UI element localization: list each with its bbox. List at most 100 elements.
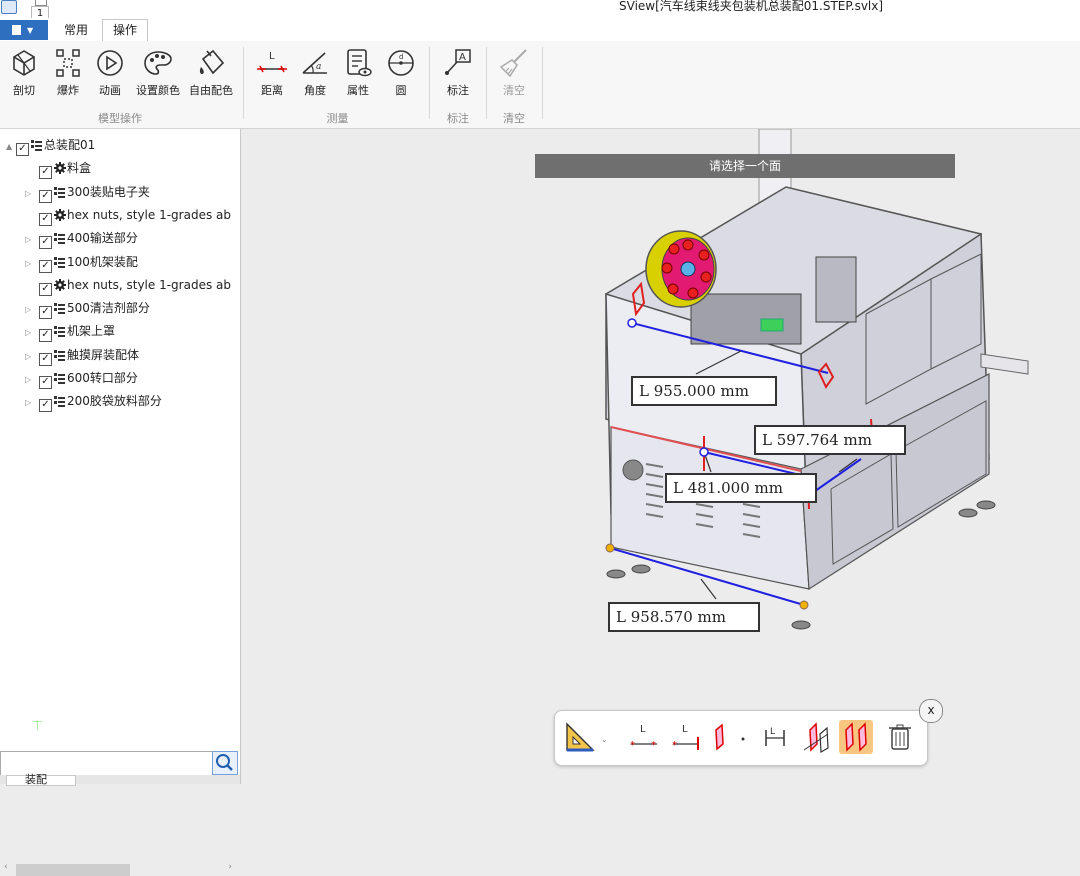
free-color-label: 自由配色 (189, 84, 233, 97)
measure-toolbar: ⌄ L * * L * L (554, 710, 928, 766)
3d-viewport[interactable]: 请选择一个面 L 955.000 mm L 597.764 mm L 481.0… (241, 129, 1080, 784)
point-to-point-distance-button[interactable]: L * * (627, 720, 661, 754)
tree-item[interactable]: ▷ ✓ 500清洁剂部分 (25, 297, 235, 320)
ribbon-tab-row (0, 18, 1080, 42)
circle-button[interactable]: d 圆 (378, 47, 424, 98)
visibility-checkbox[interactable]: ✓ (39, 259, 52, 273)
tree-item-label: 料盒 (67, 161, 92, 176)
tree-item[interactable]: ▷ ✓ 200胶袋放料部分 (25, 390, 235, 413)
assembly-icon (54, 299, 66, 315)
tree-item[interactable]: ▷ ✓ 300装贴电子夹 (25, 181, 235, 203)
scrollbar-thumb[interactable] (16, 864, 130, 876)
tree-item-label: 100机架装配 (67, 254, 138, 269)
part-gear-icon (54, 276, 66, 291)
circle-label: 圆 (395, 84, 407, 97)
expand-toggle-icon[interactable]: ▷ (25, 322, 39, 342)
properties-label: 属性 (347, 84, 369, 97)
expand-toggle-icon[interactable]: ▷ (25, 229, 39, 249)
expand-toggle-icon[interactable]: ▷ (25, 299, 39, 319)
palette-icon (144, 51, 172, 75)
tab-common[interactable]: 常用 (58, 20, 94, 41)
explode-button[interactable]: 爆炸 (45, 47, 91, 98)
reel-hub (680, 261, 696, 277)
visibility-checkbox[interactable]: ✓ (39, 329, 52, 343)
face-to-face-angle-button[interactable] (800, 720, 834, 754)
svg-text:L: L (269, 51, 275, 62)
assembly-icon (31, 136, 43, 151)
close-toolbar-button[interactable]: x (919, 699, 943, 723)
tree-item-label: 总装配01 (44, 138, 96, 152)
face-to-face-distance-button[interactable] (839, 720, 873, 754)
machine-model[interactable] (241, 129, 1080, 784)
visibility-checkbox[interactable]: ✓ (39, 399, 52, 413)
tree-item-label: 触摸屏装配体 (67, 347, 140, 362)
tree-item[interactable]: ▷ ✓ 100机架装配 (25, 251, 235, 273)
group-label-measure: 测量 (326, 112, 349, 125)
visibility-checkbox[interactable]: ✓ (39, 352, 52, 366)
circle-icon: d (388, 50, 414, 76)
expand-toggle-icon[interactable]: ▲ (6, 136, 16, 156)
line-to-line-distance-button[interactable]: L (758, 720, 792, 754)
section-cut-button[interactable]: 剖切 (1, 47, 47, 98)
animation-button[interactable]: 动画 (87, 47, 133, 98)
expand-toggle-icon[interactable]: ▷ (25, 183, 39, 203)
delete-measurement-button[interactable] (883, 720, 917, 754)
visibility-checkbox[interactable]: ✓ (39, 166, 52, 180)
measurement-label: L 597.764 mm (754, 425, 906, 455)
tree-item[interactable]: ▷ ✓ 机架上罩 (25, 320, 235, 343)
expand-toggle-icon[interactable]: ▷ (25, 346, 39, 366)
scroll-left-icon[interactable]: ‹ (4, 862, 8, 872)
side-bar (980, 353, 1029, 375)
properties-button[interactable]: 属性 (335, 47, 381, 98)
point-to-line-distance-button[interactable]: L * (669, 720, 703, 754)
visibility-checkbox[interactable]: ✓ (39, 212, 52, 226)
group-separator (542, 47, 543, 119)
face-distance-button[interactable] (703, 720, 737, 754)
visibility-checkbox[interactable]: ✓ (39, 189, 52, 203)
scroll-right-icon[interactable]: › (228, 862, 232, 872)
tree-item[interactable]: ✓ hex nuts, style 1-grades ab gb (25, 274, 235, 296)
annotation-button[interactable]: A 标注 (435, 47, 481, 98)
tree-horizontal-scrollbar[interactable]: ‹ › (4, 862, 234, 876)
measure-type-dropdown[interactable]: ⌄ (563, 720, 613, 754)
properties-icon (347, 49, 372, 77)
tree-item[interactable]: ▲ ✓ 总装配01 (6, 134, 236, 156)
measurement-label: L 958.570 mm (608, 602, 760, 632)
tree-item[interactable]: ▷ ✓ 触摸屏装配体 (25, 344, 235, 366)
measure-point (605, 543, 615, 553)
dot-icon (741, 737, 745, 741)
tree-item[interactable]: ▷ ✓ 600转口部分 (25, 367, 235, 389)
distance-button[interactable]: L 距离 (249, 47, 295, 98)
tab-operations[interactable]: 操作 (102, 19, 148, 42)
face-to-face-angle-icon (803, 722, 829, 754)
visibility-checkbox[interactable]: ✓ (39, 376, 52, 389)
expand-toggle-icon[interactable]: ▷ (25, 369, 39, 389)
assembly-icon (54, 369, 66, 384)
visibility-checkbox[interactable]: ✓ (39, 282, 52, 296)
tree-item[interactable]: ✓ hex nuts, style 1-grades ab gb (25, 204, 235, 226)
tree-item-label: 500清洁剂部分 (67, 301, 150, 316)
search-button[interactable] (212, 751, 238, 775)
visibility-checkbox[interactable]: ✓ (16, 143, 29, 156)
expand-toggle-icon[interactable]: ▷ (25, 253, 39, 273)
angle-button[interactable]: a 角度 (292, 47, 338, 98)
clear-button[interactable]: 清空 (491, 47, 537, 98)
tab-assembly[interactable]: 装配 (6, 773, 76, 786)
free-color-button[interactable]: 自由配色 (187, 47, 235, 98)
point-button[interactable] (733, 720, 753, 754)
model-tree-panel: ▲ ✓ 总装配01 ✓ 料盒 ▷ ✓ 300装贴电子夹 ✓ hex nuts, style 1-g… (0, 129, 241, 876)
internal-actuator (815, 256, 857, 323)
file-menu-button[interactable]: ▼ (0, 20, 48, 40)
clear-label: 清空 (503, 84, 525, 97)
visibility-checkbox[interactable]: ✓ (39, 236, 52, 250)
green-part (760, 318, 784, 332)
visibility-checkbox[interactable]: ✓ (39, 306, 52, 320)
measure-point (627, 318, 637, 328)
chevron-down-icon: ▼ (27, 26, 34, 35)
selection-prompt: 请选择一个面 (535, 154, 955, 178)
expand-toggle-icon[interactable]: ▷ (25, 392, 39, 412)
tree-item[interactable]: ✓ 料盒 (25, 157, 235, 180)
tree-item[interactable]: ▷ ✓ 400输送部分 (25, 227, 235, 250)
set-color-button[interactable]: 设置颜色 (134, 47, 182, 98)
tree-item-label: 400输送部分 (67, 231, 138, 246)
